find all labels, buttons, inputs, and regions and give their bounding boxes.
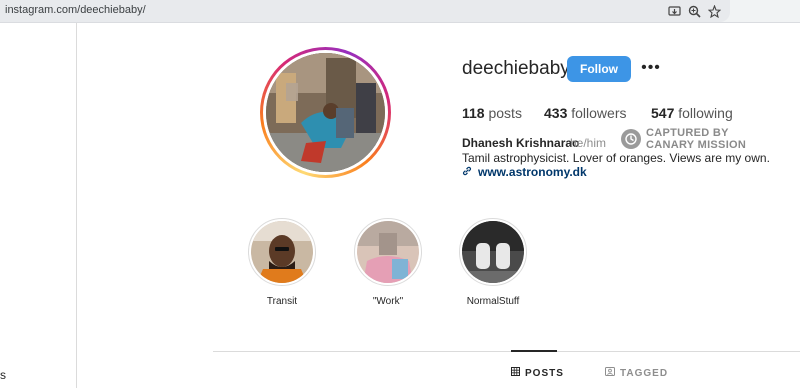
tab-posts[interactable]: POSTS [511, 367, 564, 379]
highlight-label: NormalStuff [466, 296, 520, 307]
install-app-icon[interactable] [666, 3, 682, 19]
bookmark-star-icon[interactable] [706, 3, 722, 19]
followers-label[interactable]: followers [571, 105, 626, 121]
posts-label: posts [488, 105, 522, 121]
grid-icon [511, 367, 520, 379]
posts-count: 118 [462, 105, 485, 121]
profile-link-text[interactable]: www.astronomy.dk [478, 165, 587, 179]
follow-button[interactable]: Follow [567, 56, 631, 82]
canary-logo-icon [621, 129, 641, 149]
zoom-icon[interactable] [686, 3, 702, 19]
profile-username: deechiebaby [462, 58, 570, 79]
profile-full-name: Dhanesh Krishnarao [462, 136, 580, 150]
watermark-line-1: CAPTURED BY [646, 127, 729, 139]
followers-count[interactable]: 433 [544, 105, 567, 121]
posts-stat: 118 posts [462, 105, 522, 121]
tab-tagged[interactable]: TAGGED [605, 367, 668, 379]
profile-bio: Tamil astrophysicist. Lover of oranges. … [462, 151, 770, 165]
highlight-cover-image[interactable] [357, 221, 419, 283]
following-stat[interactable]: 547 following [651, 105, 733, 121]
link-icon [462, 165, 472, 179]
highlight-work[interactable]: "Work" [353, 218, 423, 307]
profile-pronouns: he/him [570, 136, 607, 150]
url-field[interactable]: instagram.com/deechiebaby/ [0, 0, 730, 22]
profile-link[interactable]: www.astronomy.dk [462, 165, 587, 179]
watermark-line-2: CANARY MISSION [646, 139, 747, 151]
highlight-label: Transit [266, 296, 298, 307]
more-options-icon[interactable]: ••• [640, 59, 662, 76]
highlight-cover-image[interactable] [251, 221, 313, 283]
following-label[interactable]: following [678, 105, 732, 121]
highlight-normalstuff[interactable]: NormalStuff [458, 218, 528, 307]
following-count[interactable]: 547 [651, 105, 674, 121]
tagged-icon [605, 367, 615, 379]
browser-address-bar: instagram.com/deechiebaby/ [0, 0, 800, 23]
browser-toolbar-area [730, 0, 800, 22]
highlight-transit[interactable]: Transit [247, 218, 317, 307]
tab-posts-label[interactable]: POSTS [525, 368, 564, 379]
canary-mission-watermark: CAPTURED BY CANARY MISSION [621, 127, 746, 151]
sidebar-item-label[interactable]: s [0, 368, 6, 382]
profile-avatar[interactable] [266, 53, 385, 172]
profile-avatar-story-ring[interactable] [260, 47, 391, 178]
highlight-label: "Work" [372, 296, 404, 307]
url-text[interactable]: instagram.com/deechiebaby/ [5, 4, 146, 16]
tab-tagged-label[interactable]: TAGGED [620, 368, 668, 379]
tabs-divider [213, 351, 800, 352]
active-tab-indicator [511, 350, 557, 352]
sidebar: s [0, 23, 77, 388]
followers-stat[interactable]: 433 followers [544, 105, 627, 121]
highlight-cover-image[interactable] [462, 221, 524, 283]
